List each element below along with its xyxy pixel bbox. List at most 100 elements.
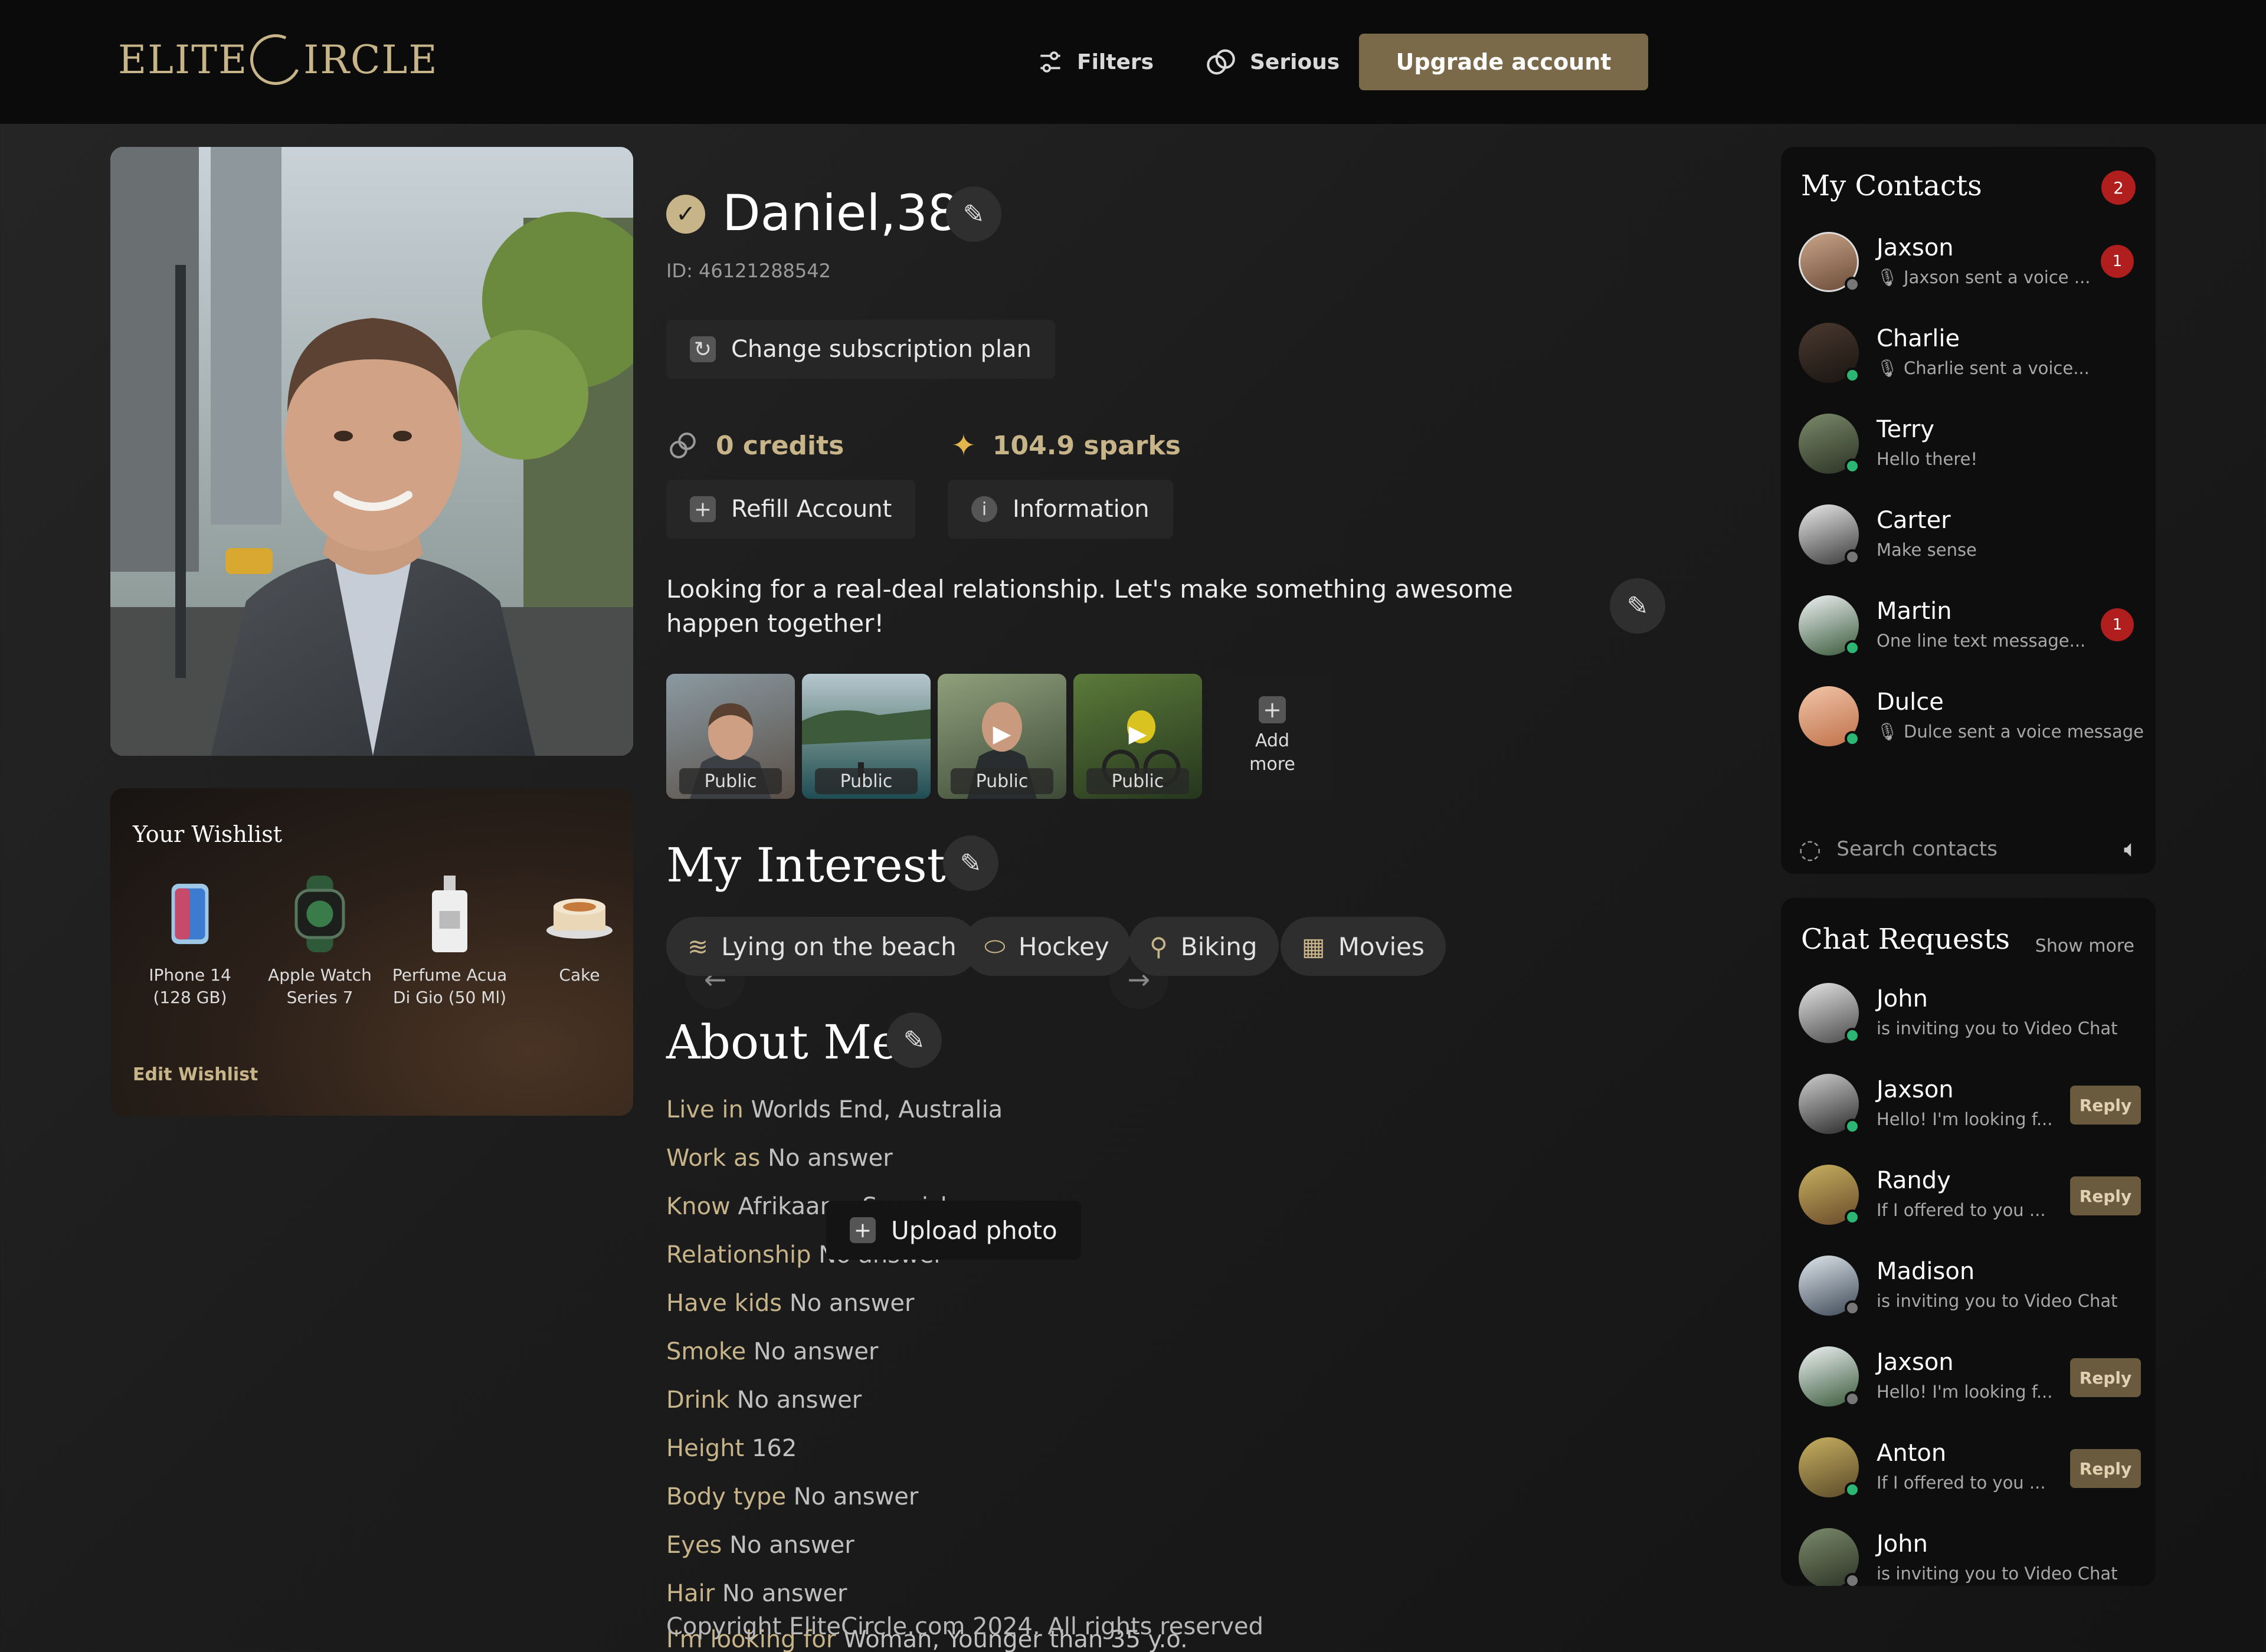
chat-request-item[interactable]: John is inviting you to Video Chat [1799,1516,2141,1586]
reply-button[interactable]: Reply [2070,1358,2141,1397]
about-key: Hair [666,1580,715,1607]
chat-requests-panel: Chat Requests Show more John is inviting… [1781,898,2156,1586]
wishlist-item-cake[interactable]: Cake [518,876,641,986]
serious-button[interactable]: Serious [1204,41,1340,83]
contact-last-message: 🎙︎ Charlie sent a voice... [1877,358,2090,379]
sparks-value: 104.9 sparks [992,430,1181,461]
upload-photo-button[interactable]: + Upload photo [826,1201,1081,1260]
profile-bio: Looking for a real-deal relationship. Le… [666,575,1513,638]
contact-item[interactable]: Martin One line text message... 1 [1799,584,2141,666]
refill-account-button[interactable]: + Refill Account [666,480,916,539]
about-key: Work as [666,1145,761,1172]
unread-badge: 1 [2101,245,2134,278]
contact-name: Carter [1877,507,1951,534]
edit-wishlist-link[interactable]: Edit Wishlist [133,1064,258,1085]
contact-item[interactable]: Terry Hello there! [1799,402,2141,484]
show-more-link[interactable]: Show more [2035,936,2134,956]
film-icon: ▦ [1302,932,1325,961]
reply-button[interactable]: Reply [2070,1176,2141,1215]
photo-thumbnail[interactable]: Public [666,674,795,799]
info-icon: i [971,496,997,522]
information-button[interactable]: i Information [948,480,1173,539]
request-name: John [1877,1530,1928,1558]
status-dot [1845,1119,1860,1134]
chat-request-item[interactable]: Jaxson Hello! I'm looking f... Reply [1799,1062,2141,1145]
wishlist-item-perfume[interactable]: Perfume Acua Di Gio (50 Ml) [388,876,512,1009]
reply-button[interactable]: Reply [2070,1086,2141,1125]
edit-about-button[interactable]: ✎ [886,1012,942,1068]
wishlist-item-apple-watch[interactable]: Apple Watch Series 7 [258,876,382,1009]
chat-request-item[interactable]: Madison is inviting you to Video Chat [1799,1244,2141,1326]
about-key: Know [666,1193,731,1220]
about-key: Relationship [666,1241,811,1268]
chat-request-item[interactable]: John is inviting you to Video Chat [1799,971,2141,1054]
pencil-icon: ✎ [1626,591,1649,621]
about-key: Drink [666,1386,729,1414]
contact-name: Terry [1877,416,1935,443]
about-row-kids: Have kids No answer [666,1290,914,1317]
about-value: No answer [768,1145,893,1172]
upgrade-account-button[interactable]: Upgrade account [1359,34,1648,90]
serious-label: Serious [1250,50,1340,74]
add-more-photos-button[interactable]: + Add more [1210,674,1335,799]
video-thumbnail[interactable]: ▶ Public [1073,674,1202,799]
reply-button[interactable]: Reply [2070,1449,2141,1488]
chat-request-item[interactable]: Anton If I offered to you ... Reply [1799,1425,2141,1508]
about-key: Smoke [666,1338,746,1365]
contact-item[interactable]: Jaxson 🎙︎ Jaxson sent a voice ... 1 [1799,220,2141,303]
edit-name-button[interactable]: ✎ [946,186,1001,242]
photo-thumbnail[interactable]: Public [802,674,931,799]
request-message: Hello! I'm looking f... [1877,1382,2053,1402]
pencil-icon: ✎ [962,199,985,230]
elitecircle-logo[interactable]: ELITE IRCLE [118,27,438,93]
contact-item[interactable]: Dulce 🎙︎ Dulce sent a voice message [1799,674,2144,757]
pencil-icon: ✎ [960,848,982,879]
about-row-drink: Drink No answer [666,1386,862,1414]
contact-last-message: Make sense [1877,540,1977,560]
contacts-count-badge: 2 [2101,171,2136,205]
contact-name: Martin [1877,598,1952,625]
contact-item[interactable]: Charlie 🎙︎ Charlie sent a voice... [1799,311,2141,394]
coins-icon [670,432,696,458]
status-dot [1845,277,1860,292]
status-dot [1845,731,1860,746]
wishlist-item-iphone[interactable]: IPhone 14 (128 GB) [128,876,252,1009]
video-thumbnail[interactable]: ▶ Public [938,674,1066,799]
contact-last-message: 🎙︎ Dulce sent a voice message [1877,722,2144,742]
contact-name: Charlie [1877,325,1960,352]
interest-chip[interactable]: ⬭ Hockey [963,917,1131,976]
chat-request-item[interactable]: Jaxson Hello! I'm looking f... Reply [1799,1335,2141,1417]
filters-button[interactable]: Filters [1036,41,1154,83]
speaker-icon[interactable]: 🔈︎ [2124,835,2138,863]
about-value: Worlds End, Australia [751,1096,1003,1123]
chat-request-item[interactable]: Randy If I offered to you ... Reply [1799,1153,2141,1235]
interest-chip[interactable]: ▦ Movies [1281,917,1446,976]
about-value: No answer [729,1532,854,1559]
plus-icon: + [1259,696,1286,723]
status-dot [1845,1210,1860,1225]
profile-main-photo[interactable] [110,147,633,756]
portrait-illustration [110,147,633,756]
edit-bio-button[interactable]: ✎ [1610,578,1665,634]
photo-visibility-tag: Public [1086,768,1189,794]
about-key: Body type [666,1483,787,1510]
edit-interests-button[interactable]: ✎ [943,835,998,891]
request-message: is inviting you to Video Chat [1877,1018,2118,1038]
about-row-hair: Hair No answer [666,1580,847,1607]
about-row-height: Height 162 [666,1435,797,1462]
microphone-icon: 🎙︎ [1877,358,1898,378]
search-contacts[interactable]: ◌ Search contacts 🔈︎ [1799,825,2138,873]
status-dot [1845,1391,1860,1407]
wishlist-title: Your Wishlist [133,821,282,847]
about-key: Have kids [666,1290,782,1317]
contact-last-message: 🎙︎ Jaxson sent a voice ... [1877,267,2091,288]
interest-chip[interactable]: ⚲ Biking [1128,917,1279,976]
logo-text-right: IRCLE [303,37,438,83]
interest-chip[interactable]: ≋ Lying on the beach [666,917,978,976]
about-value: No answer [793,1483,919,1510]
verified-badge-icon: ✓ [666,195,705,234]
about-row-work: Work as No answer [666,1145,893,1172]
contact-item[interactable]: Carter Make sense [1799,493,2141,575]
hockey-puck-icon: ⬭ [984,932,1006,961]
change-subscription-button[interactable]: ↻ Change subscription plan [666,320,1055,379]
